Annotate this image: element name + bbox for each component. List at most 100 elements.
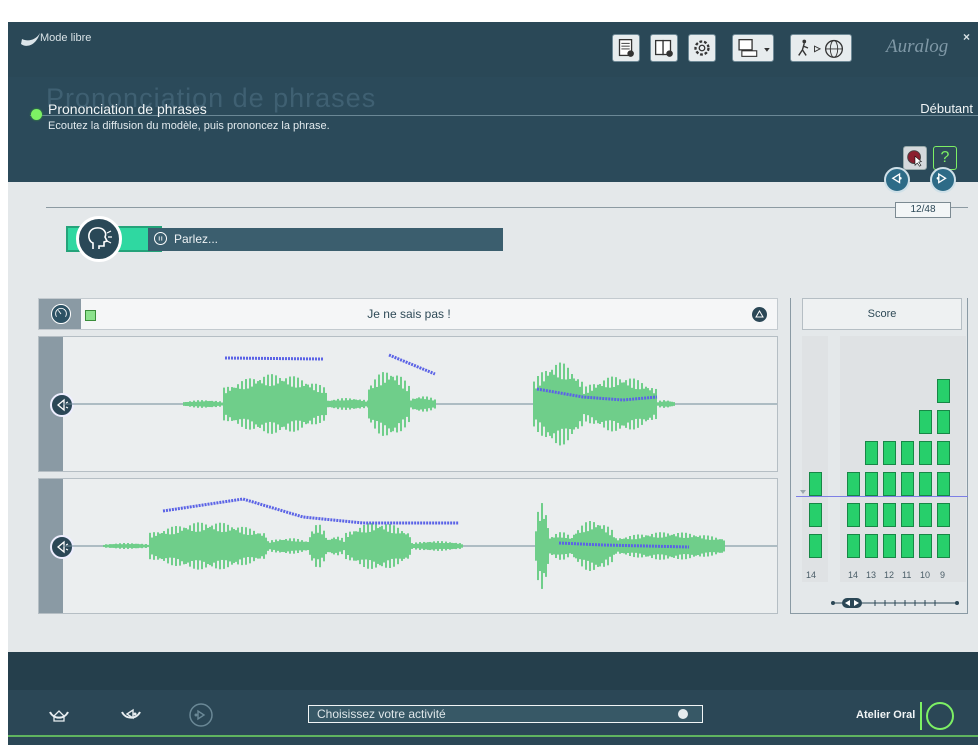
- speaking-head-icon[interactable]: [76, 216, 122, 262]
- waveform-sample: [631, 387, 633, 421]
- close-button[interactable]: ×: [963, 30, 970, 44]
- waveform-sample: [577, 530, 579, 562]
- waveform-sample: [547, 375, 549, 433]
- sentence-counter: 12/48: [895, 202, 951, 218]
- i-dont-know-bar[interactable]: Je ne sais pas !: [38, 298, 778, 330]
- score-label: 13: [866, 570, 877, 580]
- waveform-sample: [295, 387, 297, 421]
- listen-model-icon[interactable]: [118, 702, 144, 728]
- waveform-sample: [412, 398, 414, 410]
- waveform-sample: [721, 539, 723, 553]
- waveform-sample: [305, 541, 307, 551]
- activity-dot-icon: [678, 709, 688, 719]
- waveform-sample: [563, 363, 565, 445]
- book-icon[interactable]: [650, 34, 678, 62]
- waveform-sample: [461, 544, 463, 548]
- waveform-sample: [269, 542, 271, 550]
- waveform-sample: [617, 385, 619, 423]
- waveform-sample: [209, 526, 211, 566]
- previous-button[interactable]: [884, 167, 910, 193]
- waveform-sample: [363, 524, 365, 568]
- app-logo-icon: [21, 33, 40, 46]
- waveform-sample: [249, 528, 251, 564]
- waveform-sample: [353, 531, 355, 561]
- waveform-sample: [213, 529, 215, 563]
- waveform-sample: [291, 541, 293, 551]
- waveform-sample: [575, 380, 577, 428]
- waveform-sample: [183, 527, 185, 565]
- waveform-sample: [418, 397, 420, 411]
- waveform-sample: [563, 532, 565, 560]
- waveform-sample: [381, 525, 383, 567]
- waveform-sample: [401, 531, 403, 561]
- record-button[interactable]: [903, 146, 927, 170]
- waveform-sample: [207, 401, 209, 407]
- waveform-sample: [643, 388, 645, 420]
- waveform-sample: [233, 528, 235, 564]
- waveform-sample: [535, 531, 537, 561]
- score-segment: [901, 472, 914, 496]
- listen-user-icon[interactable]: [188, 702, 214, 728]
- waveform-sample: [145, 544, 147, 548]
- waveform-sample: [193, 523, 195, 569]
- mode-label: Mode libre: [40, 32, 92, 44]
- waveform-sample: [423, 541, 425, 551]
- waveform-sample: [621, 382, 623, 426]
- score-segment: [847, 503, 860, 527]
- waveform-sample: [311, 531, 313, 561]
- next-button[interactable]: [930, 167, 956, 193]
- waveform-sample: [425, 542, 427, 550]
- waveform-sample: [394, 380, 396, 428]
- waveform-sample: [191, 530, 193, 562]
- waveform-sample: [432, 400, 434, 408]
- score-button[interactable]: Score: [802, 298, 962, 330]
- settings-icon[interactable]: [688, 34, 716, 62]
- waveform-sample: [397, 527, 399, 565]
- waveform-sample: [235, 387, 237, 421]
- walk-globe-icon[interactable]: [790, 34, 852, 62]
- waveform-sample: [341, 398, 343, 410]
- exercise-instructions: Ecoutez la diffusion du modèle, puis pro…: [48, 120, 330, 132]
- waveform-sample: [723, 540, 725, 552]
- waveform-sample: [459, 543, 461, 549]
- waveform-sample: [407, 533, 409, 559]
- waveform-sample: [273, 385, 275, 423]
- waveform-sample: [135, 543, 137, 549]
- activity-selector[interactable]: Choisissez votre activité: [308, 705, 703, 723]
- waveform-sample: [117, 544, 119, 548]
- home-icon[interactable]: [46, 702, 72, 728]
- waveform-sample: [159, 533, 161, 559]
- waveform-sample: [441, 541, 443, 551]
- score-panel: Score 14 14 13 12 11 10 9: [790, 298, 968, 628]
- waveform-sample: [165, 533, 167, 559]
- waveform-sample: [645, 386, 647, 422]
- i-dont-know-label[interactable]: Je ne sais pas !: [39, 307, 779, 321]
- waveform-sample: [424, 399, 426, 409]
- expand-icon[interactable]: [752, 307, 767, 322]
- waveform-sample: [233, 387, 235, 421]
- workshop-circle-icon[interactable]: [926, 702, 954, 730]
- pitch-curve: [388, 353, 436, 376]
- waveform-sample: [419, 542, 421, 550]
- waveform-sample: [625, 380, 627, 428]
- waveform-sample: [113, 544, 115, 548]
- waveform-sample: [655, 401, 657, 407]
- notes-icon[interactable]: [612, 34, 640, 62]
- waveform-sample: [383, 529, 385, 563]
- waveform-sample: [555, 364, 557, 444]
- waveform-sample: [239, 532, 241, 560]
- waveform-sample: [263, 533, 265, 559]
- score-segment: [919, 472, 932, 496]
- workshop-divider: [920, 702, 922, 730]
- waveform-sample: [243, 389, 245, 419]
- score-slider[interactable]: [830, 598, 960, 608]
- waveform-sample: [259, 533, 261, 559]
- waveform-sample: [365, 532, 367, 560]
- workstation-icon[interactable]: [732, 34, 774, 62]
- waveform-sample: [389, 524, 391, 568]
- waveform-sample: [313, 533, 315, 559]
- waveform-sample: [434, 399, 436, 409]
- waveform-sample: [663, 400, 665, 408]
- pause-icon[interactable]: [154, 232, 167, 245]
- waveform-sample: [171, 526, 173, 566]
